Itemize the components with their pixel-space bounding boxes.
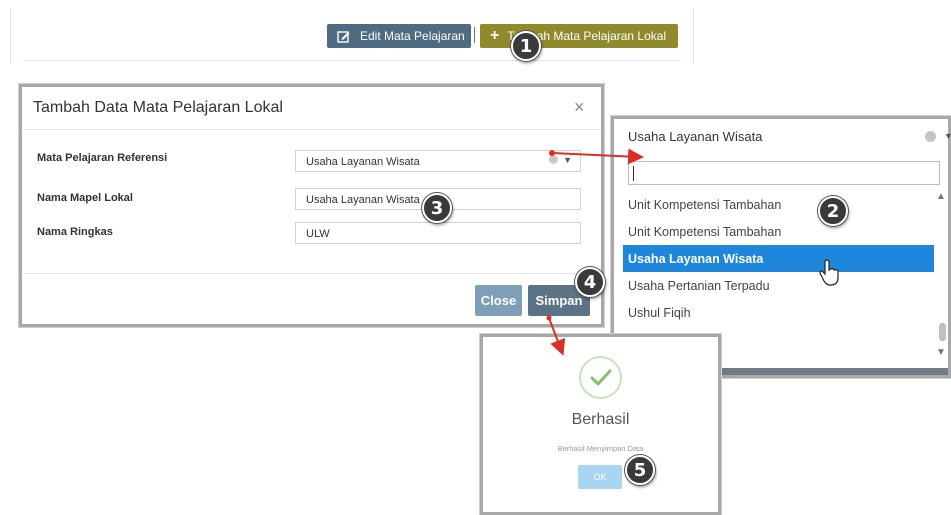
arrow-to-success — [548, 317, 566, 356]
annotation-arrows — [546, 148, 644, 356]
arrow-to-dropdown — [551, 148, 644, 165]
